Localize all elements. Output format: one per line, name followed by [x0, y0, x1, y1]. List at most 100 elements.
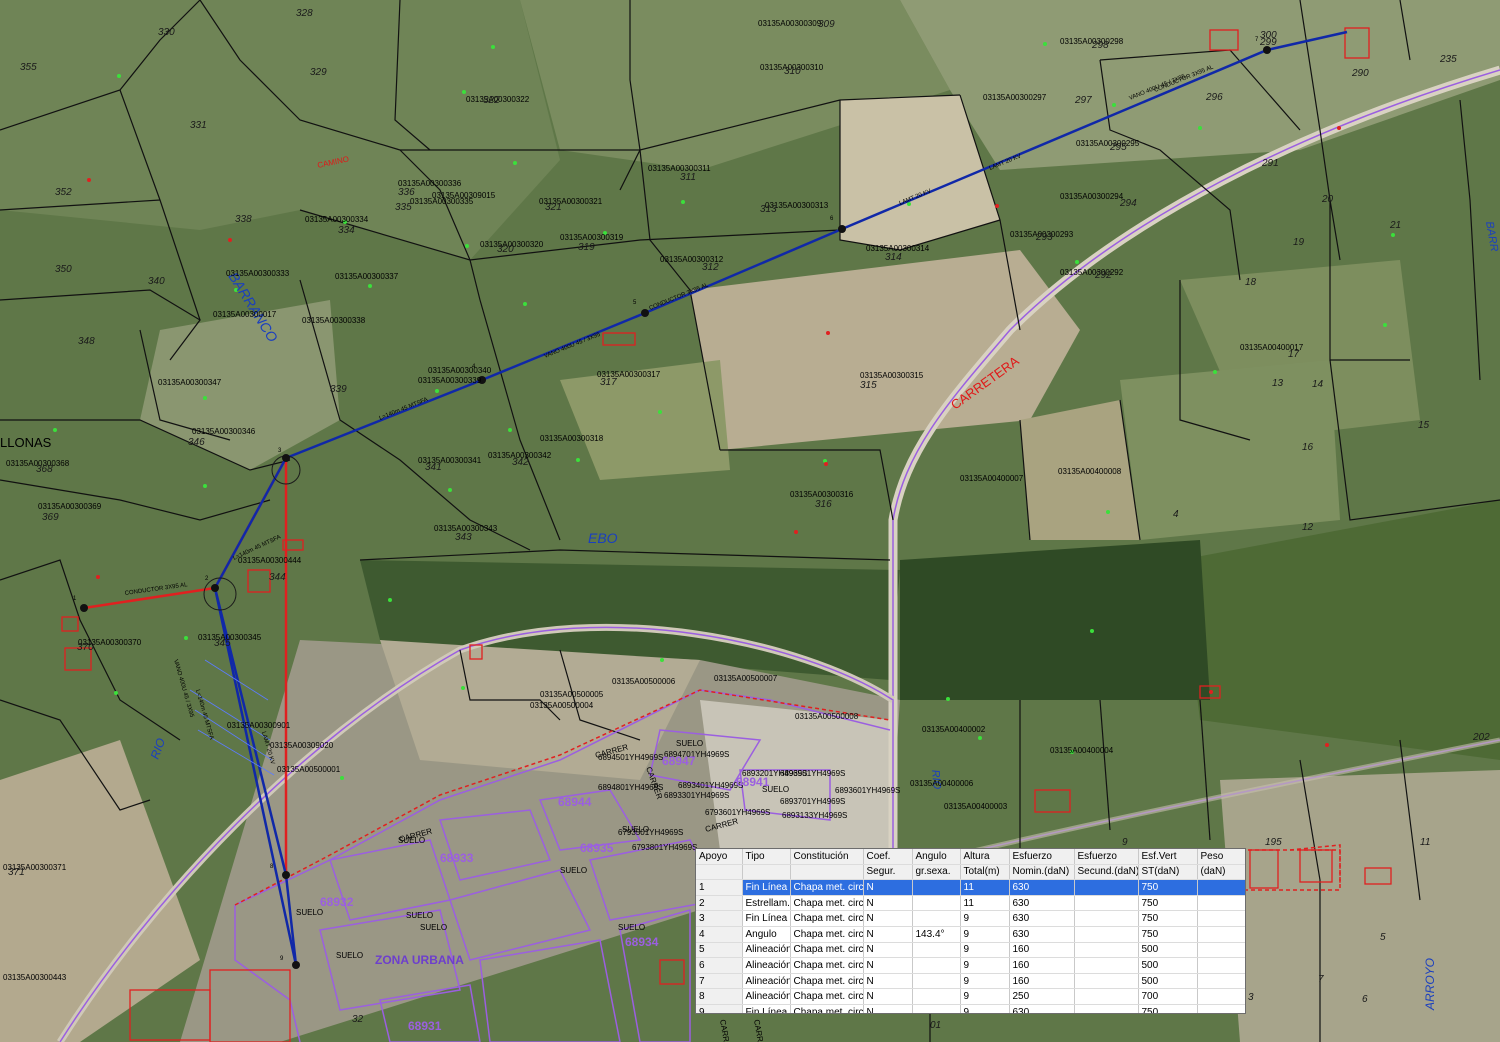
table-cell[interactable]	[1074, 879, 1139, 896]
table-cell[interactable]: 9	[960, 910, 1010, 927]
table-cell[interactable]: N	[863, 895, 913, 912]
table-cell[interactable]	[1074, 926, 1139, 943]
table-cell[interactable]	[1074, 988, 1139, 1005]
table-cell[interactable]: 630	[1009, 1004, 1075, 1013]
table-cell[interactable]	[1197, 973, 1245, 990]
table-cell[interactable]: 750	[1138, 926, 1198, 943]
table-cell[interactable]: N	[863, 910, 913, 927]
table-cell[interactable]: Fin Línea	[742, 1004, 791, 1013]
table-cell[interactable]: 750	[1138, 910, 1198, 927]
col-header[interactable]: Altura	[960, 849, 1010, 865]
table-cell[interactable]: 4	[696, 926, 743, 943]
table-cell[interactable]	[1074, 942, 1139, 959]
table-cell[interactable]	[1197, 988, 1245, 1005]
table-cell[interactable]: 8	[696, 988, 743, 1005]
table-cell[interactable]	[912, 895, 961, 912]
table-cell[interactable]: 11	[960, 895, 1010, 912]
col-header[interactable]: Angulo	[912, 849, 961, 865]
table-cell[interactable]	[912, 1004, 961, 1013]
table-cell[interactable]: 160	[1009, 957, 1075, 974]
table-cell[interactable]: 7	[696, 973, 743, 990]
table-cell[interactable]	[912, 973, 961, 990]
table-cell[interactable]: 250	[1009, 988, 1075, 1005]
table-cell[interactable]: Estrellam.	[742, 895, 791, 912]
table-cell[interactable]: N	[863, 973, 913, 990]
table-cell[interactable]: Chapa met. circ.	[790, 895, 864, 912]
table-cell[interactable]: Chapa met. circ.	[790, 879, 864, 896]
table-cell[interactable]: 630	[1009, 895, 1075, 912]
table-cell[interactable]: Fin Línea	[742, 879, 791, 896]
table-cell[interactable]: 160	[1009, 942, 1075, 959]
table-row[interactable]: 8 Alineación Chapa met. circ. N 9 250 700	[696, 988, 1245, 1005]
table-row[interactable]: 6 Alineación Chapa met. circ. N 9 160 500	[696, 957, 1245, 974]
table-cell[interactable]: 630	[1009, 910, 1075, 927]
col-header[interactable]: Esf.Vert	[1138, 849, 1198, 865]
table-cell[interactable]: 5	[696, 942, 743, 959]
col-header[interactable]: Coef.	[863, 849, 913, 865]
col-header[interactable]: Constitución	[790, 849, 864, 865]
table-cell[interactable]: Chapa met. circ.	[790, 988, 864, 1005]
table-cell[interactable]	[912, 957, 961, 974]
supports-table[interactable]: Apoyo Tipo Constitución Coef. Angulo Alt…	[695, 848, 1246, 1014]
col-header[interactable]: Esfuerzo	[1074, 849, 1139, 865]
col-header[interactable]: Tipo	[742, 849, 791, 865]
table-cell[interactable]: 9	[960, 988, 1010, 1005]
table-cell[interactable]: Chapa met. circ.	[790, 926, 864, 943]
table-cell[interactable]: 9	[960, 973, 1010, 990]
table-cell[interactable]	[1074, 895, 1139, 912]
table-cell[interactable]: 9	[696, 1004, 743, 1013]
table-cell[interactable]: Chapa met. circ.	[790, 1004, 864, 1013]
table-cell[interactable]: Chapa met. circ.	[790, 910, 864, 927]
table-cell[interactable]	[1197, 942, 1245, 959]
table-cell[interactable]: Alineación	[742, 957, 791, 974]
table-cell[interactable]: Chapa met. circ.	[790, 942, 864, 959]
table-cell[interactable]	[1074, 973, 1139, 990]
table-cell[interactable]: N	[863, 957, 913, 974]
table-cell[interactable]: Alineación	[742, 973, 791, 990]
table-cell[interactable]: N	[863, 926, 913, 943]
col-header[interactable]: Apoyo	[696, 849, 743, 865]
table-cell[interactable]: 630	[1009, 879, 1075, 896]
table-cell[interactable]	[912, 910, 961, 927]
table-cell[interactable]: 9	[960, 1004, 1010, 1013]
table-cell[interactable]: Angulo	[742, 926, 791, 943]
table-cell[interactable]: Chapa met. circ.	[790, 957, 864, 974]
table-cell[interactable]: 630	[1009, 926, 1075, 943]
table-cell[interactable]: 500	[1138, 957, 1198, 974]
table-row[interactable]: 5 Alineación Chapa met. circ. N 9 160 500	[696, 942, 1245, 959]
table-cell[interactable]	[1197, 957, 1245, 974]
table-row[interactable]: 3 Fin Línea Chapa met. circ. N 9 630 750	[696, 910, 1245, 927]
map-view[interactable]: 123456789 EBO BARRANCO CARRETERA CAMINO …	[0, 0, 1500, 1042]
table-cell[interactable]: 9	[960, 942, 1010, 959]
table-cell[interactable]	[912, 879, 961, 896]
table-cell[interactable]: 750	[1138, 895, 1198, 912]
table-cell[interactable]: 3	[696, 910, 743, 927]
table-cell[interactable]: 500	[1138, 973, 1198, 990]
table-cell[interactable]: N	[863, 1004, 913, 1013]
table-cell[interactable]: 1	[696, 879, 743, 896]
table-cell[interactable]	[1197, 1004, 1245, 1013]
table-cell[interactable]	[1074, 910, 1139, 927]
table-cell[interactable]: 750	[1138, 1004, 1198, 1013]
table-cell[interactable]	[1197, 926, 1245, 943]
table-cell[interactable]: Alineación	[742, 988, 791, 1005]
table-cell[interactable]	[1074, 1004, 1139, 1013]
table-cell[interactable]: 700	[1138, 988, 1198, 1005]
table-cell[interactable]: 9	[960, 957, 1010, 974]
table-cell[interactable]: 500	[1138, 942, 1198, 959]
table-cell[interactable]	[1197, 879, 1245, 896]
table-cell[interactable]: N	[863, 879, 913, 896]
table-row[interactable]: 4 Angulo Chapa met. circ. N 143.4° 9 630 750	[696, 926, 1245, 943]
table-cell[interactable]: 2	[696, 895, 743, 912]
col-header[interactable]: Esfuerzo	[1009, 849, 1075, 865]
table-row[interactable]: 2 Estrellam. Chapa met. circ. N 11 630 750	[696, 895, 1245, 912]
table-cell[interactable]: 9	[960, 926, 1010, 943]
table-row[interactable]: 9 Fin Línea Chapa met. circ. N 9 630 750	[696, 1004, 1245, 1013]
table-cell[interactable]: Chapa met. circ.	[790, 973, 864, 990]
table-cell[interactable]: 11	[960, 879, 1010, 896]
table-cell[interactable]: Alineación	[742, 942, 791, 959]
table-cell[interactable]	[1074, 957, 1139, 974]
col-header[interactable]: Peso	[1197, 849, 1245, 865]
table-cell[interactable]: 143.4°	[912, 926, 961, 943]
table-cell[interactable]	[912, 988, 961, 1005]
